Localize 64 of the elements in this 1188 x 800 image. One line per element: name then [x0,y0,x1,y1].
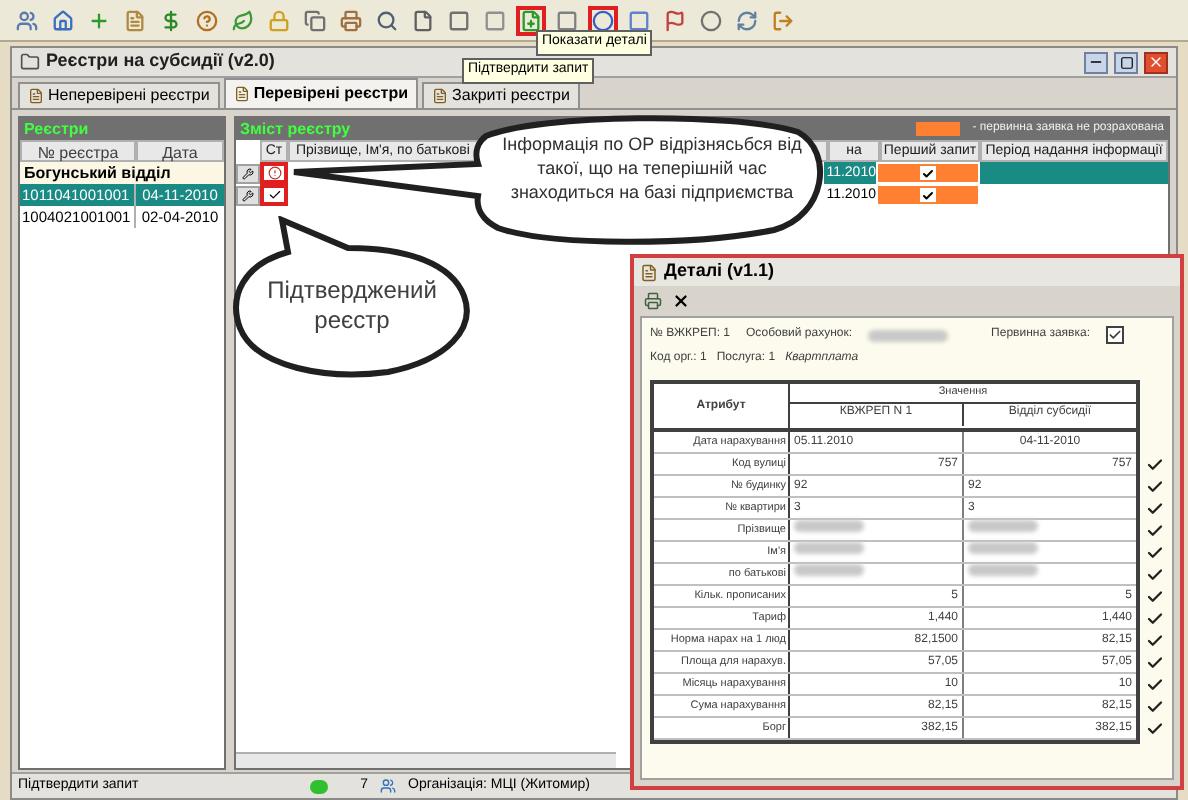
square-icon [484,9,506,31]
leaf-icon [232,9,254,31]
minimize-button[interactable] [1084,51,1108,73]
document-icon [432,88,449,104]
checkbox-cell[interactable] [878,164,978,182]
warning-icon [267,166,281,180]
panel-header: Реєстри [20,118,224,140]
column-header: Дата [136,140,224,162]
maximize-button[interactable] [1114,51,1138,73]
add-page-icon [520,9,542,31]
printer-icon [643,292,661,310]
people-icon [380,778,396,794]
exit-icon [772,9,794,31]
toolbar-button[interactable] [228,5,258,35]
search-icon [376,9,398,31]
document-icon [124,9,146,31]
document-icon [233,86,250,102]
toolbar-button[interactable] [300,5,330,35]
group-row: Богунський відділ [20,162,224,184]
square-icon [628,9,650,31]
window-icon [20,52,40,72]
close-button[interactable] [1144,51,1168,73]
plus-icon [88,9,110,31]
callout-text: Підтверджений реєстр [265,276,439,336]
toolbar-button[interactable] [192,5,222,35]
close-icon [671,292,689,310]
printer-icon [340,9,362,31]
toolbar-button[interactable] [336,5,366,35]
circle-icon [700,9,722,31]
copy-icon [304,9,326,31]
check-icon [267,188,281,202]
circle-icon [592,9,614,31]
home-icon [52,9,74,31]
row-handle-icon[interactable] [236,163,260,183]
primary-checkbox[interactable] [1106,326,1124,344]
toolbar-button[interactable] [696,5,726,35]
blurred-text [868,329,949,341]
callout-text: Інформація по ОР відрізнясьбся від такої, що на теперішній час знаходиться на базі підприємства [500,132,804,204]
close-icon [1148,54,1164,70]
row-handle-icon[interactable] [236,185,260,205]
tab[interactable]: Закриті реєстри [422,82,580,108]
dollar-icon [160,9,182,31]
check-icon [1108,328,1122,342]
checkbox-cell[interactable] [878,186,978,204]
window-icon [640,263,658,281]
refresh-icon [736,9,758,31]
panel-title: Зміст реєстру [240,117,353,141]
scrollbar[interactable] [236,752,616,768]
page-icon [412,9,434,31]
document-icon [28,88,44,104]
square-icon [448,9,470,31]
tab[interactable]: Перевірені реєстри [223,78,419,108]
toolbar-button[interactable] [640,289,664,313]
window-title: Деталі (v1.1) [664,258,775,285]
flag-icon [664,9,686,31]
toolbar-button[interactable] [48,5,78,35]
lock-icon [268,9,290,31]
tab[interactable]: Неперевірені реєстри [18,82,220,108]
maximize-icon [1119,55,1133,69]
help-icon [196,9,218,31]
column-header: № реєстра [20,140,136,162]
window-title: Реєстри на субсидії (v2.0) [46,48,275,75]
square-icon [556,9,578,31]
people-icon [16,9,38,31]
